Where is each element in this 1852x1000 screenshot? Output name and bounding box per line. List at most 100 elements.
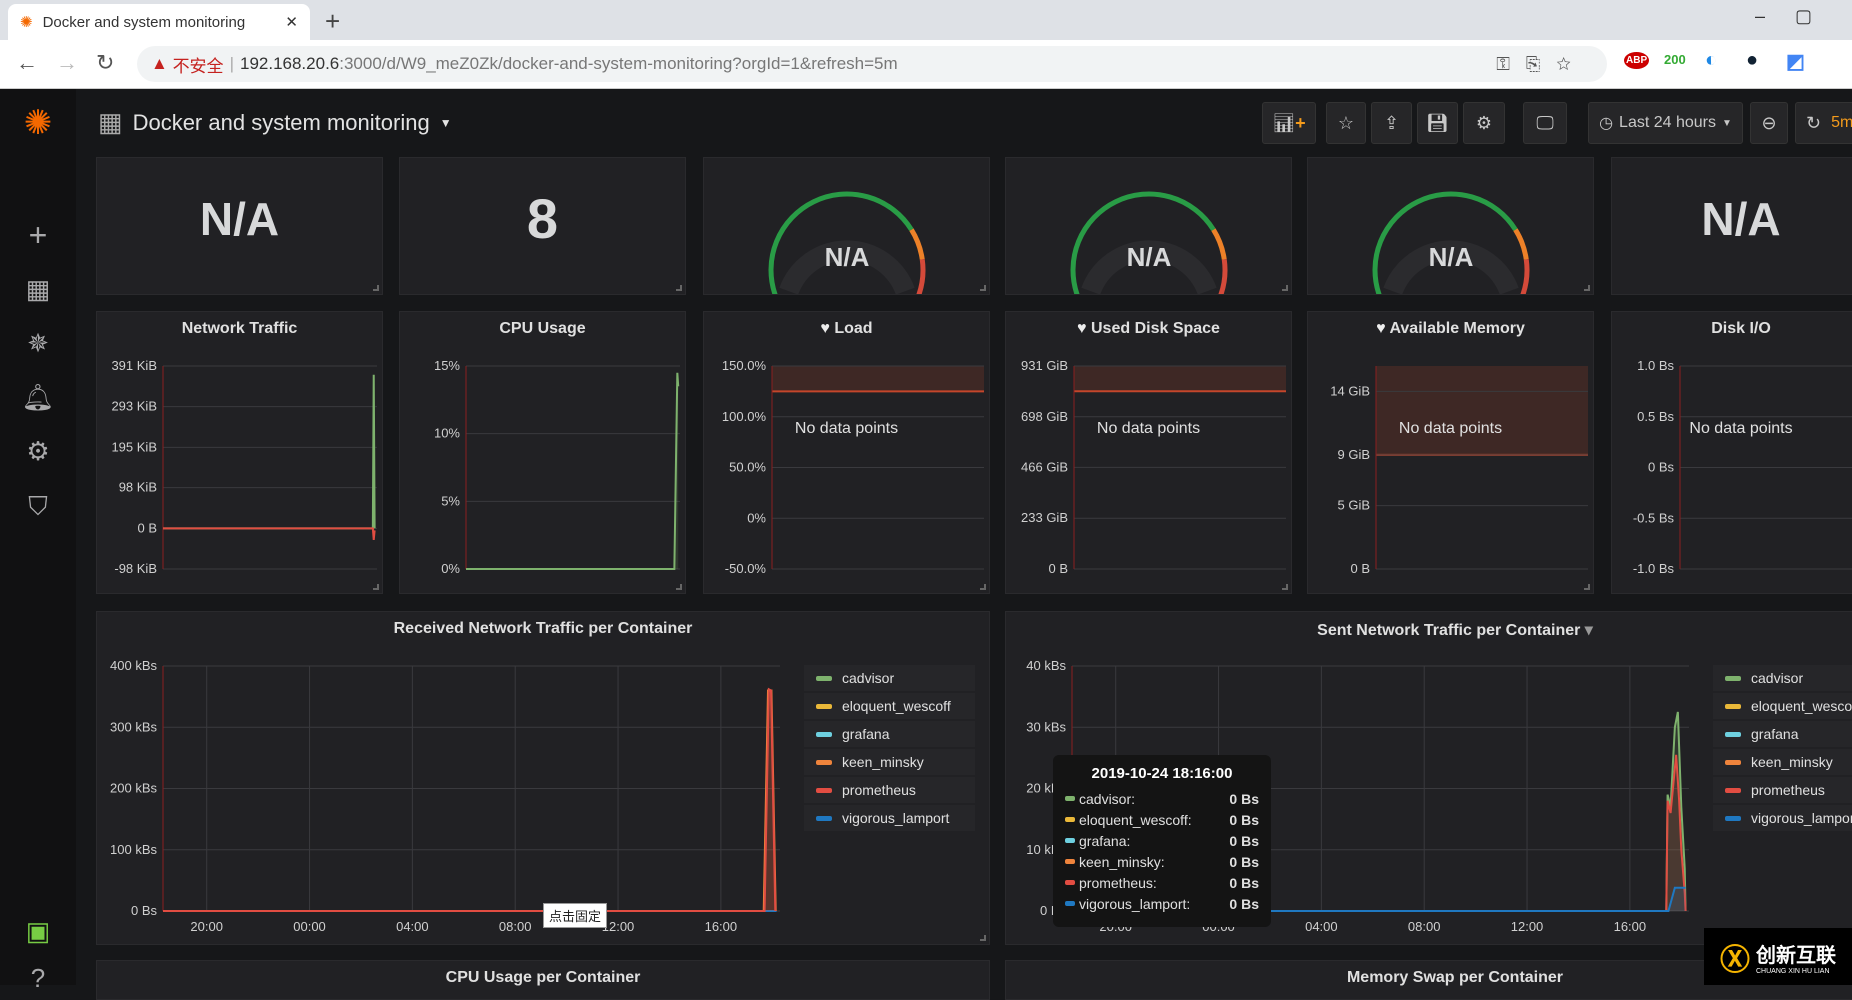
panel-cpu-usage-per-container[interactable]: CPU Usage per Container xyxy=(96,960,990,1000)
gauge-arc xyxy=(1211,228,1227,260)
settings-button[interactable]: ⚙ xyxy=(1463,102,1505,144)
stat-panel[interactable]: 8 xyxy=(399,157,686,295)
legend: cadvisor eloquent_wescoff grafana keen_mins… xyxy=(804,665,975,833)
legend-item[interactable]: grafana xyxy=(804,721,975,747)
resize-handle[interactable] xyxy=(980,285,986,291)
y-tick-label: 98 KiB xyxy=(119,480,157,495)
graph-canvas[interactable]: 931 GiB698 GiB466 GiB233 GiB0 B xyxy=(1006,312,1292,594)
gauge: N/A xyxy=(1372,191,1530,294)
time-picker-button[interactable]: ◷ Last 24 hours ▼ xyxy=(1588,102,1743,144)
extension-icon[interactable]: ◐ xyxy=(1705,49,1717,72)
stat-panel[interactable]: N/A xyxy=(1005,157,1292,295)
page-title: Docker and system monitoring xyxy=(132,109,430,135)
resize-handle[interactable] xyxy=(980,584,986,590)
series-swatch xyxy=(1065,838,1075,843)
graph-canvas[interactable]: 150.0%100.0%50.0%0%-50.0% xyxy=(704,312,990,594)
gear-icon[interactable]: ⚙ xyxy=(0,436,76,467)
series-area xyxy=(466,372,679,569)
y-tick-label: -98 KiB xyxy=(114,561,157,576)
dashboards-icon[interactable]: ▦ xyxy=(0,274,76,305)
legend-item[interactable]: eloquent_wescoff xyxy=(804,693,975,719)
resize-handle[interactable] xyxy=(373,584,379,590)
omnibox-icons[interactable]: ⚿⎘☆ xyxy=(1496,54,1587,75)
dashboard-navbar: ▦ Docker and system monitoring ▼ 📊︎+ ☆ ⇪… xyxy=(76,89,1852,157)
graph-panel-disk-i-o[interactable]: Disk I/O 1.0 Bs 0.5 Bs 0 Bs -0.5 Bs -1.0 Bs No… xyxy=(1611,311,1852,594)
y-tick-label: 300 kBs xyxy=(110,719,157,734)
resize-handle[interactable] xyxy=(1282,285,1288,291)
panel-received-network-traffic[interactable]: Received Network Traffic per Container 40… xyxy=(96,611,990,945)
share-button[interactable]: ⇪ xyxy=(1371,102,1412,144)
avatar[interactable]: ▣ xyxy=(0,916,76,947)
stat-panel[interactable]: N/A xyxy=(1611,157,1852,295)
graph-canvas[interactable]: 15% 10% 5% 0% xyxy=(400,312,686,594)
shield-icon[interactable]: ⛉ xyxy=(0,491,76,523)
legend-item[interactable]: cadvisor xyxy=(804,665,975,691)
y-tick-label: 50.0% xyxy=(729,460,766,475)
legend-item[interactable]: vigorous_lamport xyxy=(1713,805,1852,831)
legend-swatch xyxy=(1725,787,1741,793)
plus-icon[interactable]: + xyxy=(0,217,76,254)
resize-handle[interactable] xyxy=(1282,584,1288,590)
browser-tab[interactable]: ✺ Docker and system monitoring ✕ xyxy=(8,4,310,40)
share-icon: ⇪ xyxy=(1383,112,1400,133)
graph-canvas[interactable]: 1.0 Bs0.5 Bs0 Bs-0.5 Bs-1.0 Bs xyxy=(1612,312,1852,594)
graph-panel-cpu-usage[interactable]: CPU Usage 15% 10% 5% 0% xyxy=(399,311,686,594)
graph-canvas[interactable]: 14 GiB 9 GiB 5 GiB 0 B xyxy=(1308,312,1594,594)
graph-panel-load[interactable]: ♥ Load 150.0% 100.0% 50.0% 0% -50.0% No data p… xyxy=(703,311,990,594)
adblock-extension-icon[interactable]: ABP xyxy=(1624,52,1650,69)
save-button[interactable]: 💾︎ xyxy=(1417,102,1458,144)
url-input[interactable]: ▲ 不安全 | 192.168.20.6:3000/d/W9_meZ0Zk/do… xyxy=(137,46,1607,82)
resize-handle[interactable] xyxy=(980,935,986,941)
y-tick-label: 400 kBs xyxy=(110,658,157,673)
legend-item[interactable]: keen_minsky xyxy=(1713,749,1852,775)
legend-item[interactable]: vigorous_lamport xyxy=(804,805,975,831)
resize-handle[interactable] xyxy=(676,584,682,590)
help-icon[interactable]: ? xyxy=(0,963,76,994)
legend-item[interactable]: grafana xyxy=(1713,721,1852,747)
graph-canvas[interactable]: 391 KiB 293 KiB 195 KiB 98 KiB 0 B -98 KiB xyxy=(97,312,383,594)
resize-handle[interactable] xyxy=(373,285,379,291)
legend-item[interactable]: cadvisor xyxy=(1713,665,1852,691)
window-controls[interactable]: –▢ xyxy=(1755,6,1842,27)
legend-item[interactable]: eloquent_wescoff xyxy=(1713,693,1852,719)
zoom-out-button[interactable]: ⊖ xyxy=(1750,102,1788,144)
no-data-label: No data points xyxy=(1398,420,1503,437)
star-button[interactable]: ☆ xyxy=(1326,102,1366,144)
legend-item[interactable]: prometheus xyxy=(804,777,975,803)
new-tab-button[interactable]: + xyxy=(325,6,340,37)
add-panel-button[interactable]: 📊︎+ xyxy=(1262,102,1316,144)
bell-icon[interactable]: 🔔︎ xyxy=(0,382,76,413)
tooltip-series-value: 0 Bs xyxy=(1229,874,1259,891)
stat-panel[interactable]: N/A xyxy=(703,157,990,295)
resize-handle[interactable] xyxy=(1584,584,1590,590)
graph-panel-network-traffic[interactable]: Network Traffic 391 KiB 293 KiB 195 KiB 98 K… xyxy=(96,311,383,594)
reload-icon[interactable]: ↻ xyxy=(96,50,114,76)
back-icon[interactable]: ← xyxy=(16,50,38,76)
stat-panel[interactable]: N/A xyxy=(96,157,383,295)
extension-icon[interactable]: ● xyxy=(1746,49,1758,72)
series-line xyxy=(466,372,680,570)
grafana-logo-icon[interactable]: ✺ xyxy=(0,103,76,143)
translate-extension-icon[interactable]: ◩ xyxy=(1786,49,1805,74)
clock-icon: ◷ xyxy=(1599,115,1614,132)
graph-panel-available-memory[interactable]: ♥ Available Memory 14 GiB 9 GiB 5 GiB 0 B No … xyxy=(1307,311,1594,594)
legend-item[interactable]: keen_minsky xyxy=(804,749,975,775)
series-line xyxy=(163,527,376,541)
explore-icon[interactable]: ✵ xyxy=(0,328,76,359)
x-tick-label: 04:00 xyxy=(396,919,429,934)
forward-icon[interactable]: → xyxy=(56,50,78,76)
stat-panel[interactable]: N/A xyxy=(1307,157,1594,295)
url-host: 192.168.20.6 xyxy=(239,54,340,73)
gauge: N/A xyxy=(768,191,926,294)
graph-tooltip: 2019-10-24 18:16:00 cadvisor: 0 Bs eloquen… xyxy=(1053,755,1271,927)
dashboard-picker[interactable]: ▦ Docker and system monitoring ▼ xyxy=(98,107,452,138)
close-tab-icon[interactable]: ✕ xyxy=(285,13,298,31)
tv-mode-button[interactable]: 🖵︎ xyxy=(1523,102,1567,144)
legend-item[interactable]: prometheus xyxy=(1713,777,1852,803)
extension-counter[interactable]: 200 xyxy=(1664,52,1686,67)
refresh-button[interactable]: ↻ 5m xyxy=(1795,102,1852,144)
gauge-value: N/A xyxy=(1127,242,1172,272)
resize-handle[interactable] xyxy=(1584,285,1590,291)
resize-handle[interactable] xyxy=(676,285,682,291)
graph-panel-used-disk-space[interactable]: ♥ Used Disk Space 931 GiB 698 GiB 466 GiB 23… xyxy=(1005,311,1292,594)
